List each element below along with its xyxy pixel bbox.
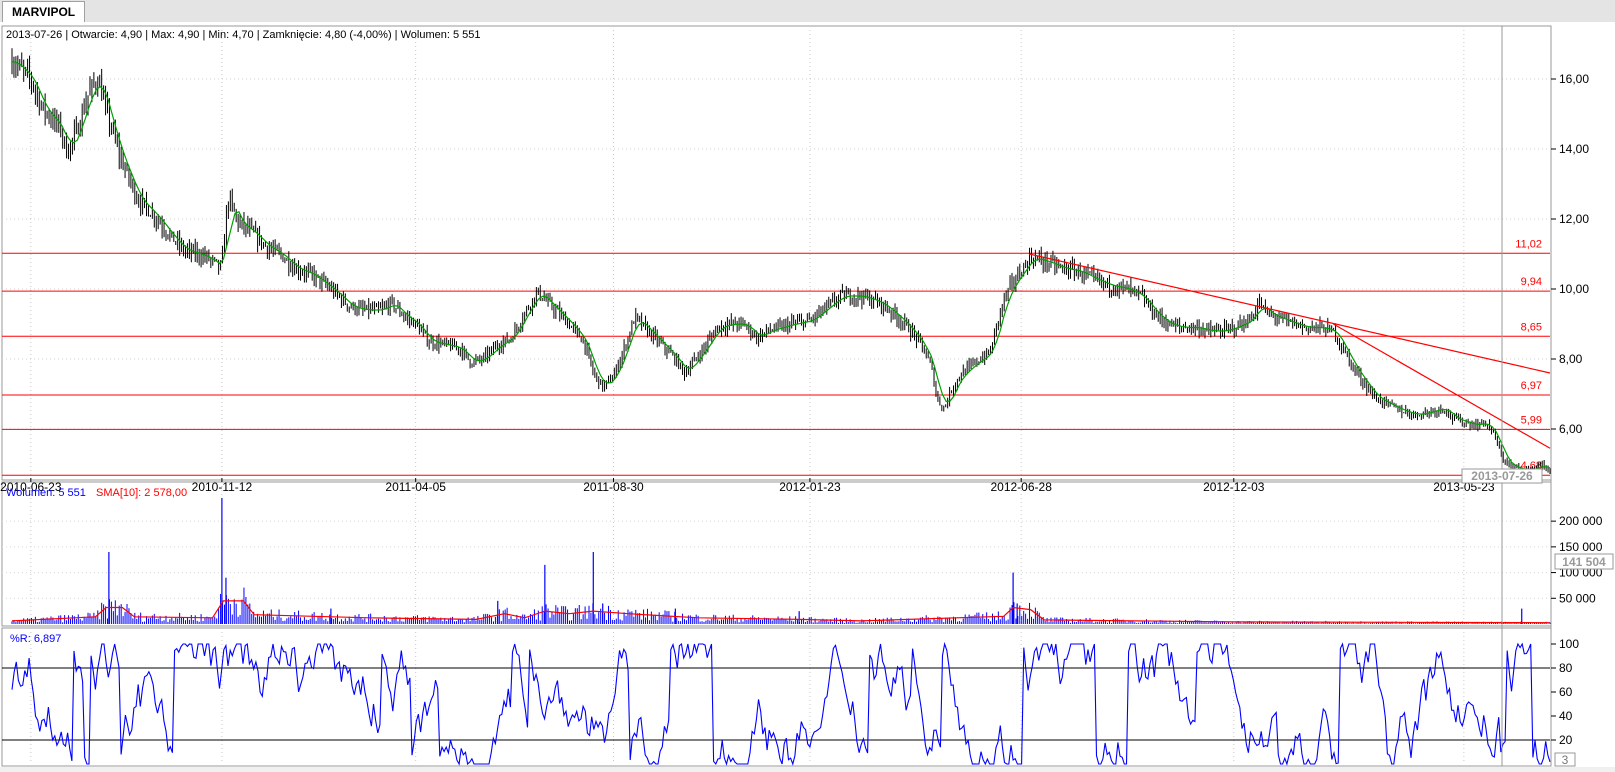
stock-chart[interactable]: 11,029,948,656,975,994,68 6,008,0010,001… [0, 22, 1615, 767]
y-tick-label: 14,00 [1559, 142, 1589, 156]
y-tick-label: 16,00 [1559, 72, 1589, 86]
current-date-label: 2013-07-26 [1471, 469, 1533, 483]
x-tick-label: 2011-08-30 [583, 480, 644, 494]
y-tick-label: 50 000 [1559, 591, 1596, 605]
support-label: 11,02 [1515, 238, 1542, 250]
y-tick-label: 10,00 [1559, 282, 1589, 296]
y-tick-label: 6,00 [1559, 422, 1583, 436]
price-info-text: 2013-07-26 | Otwarcie: 4,90 | Max: 4,90 … [6, 29, 480, 41]
volume-cursor-value: 141 504 [1562, 555, 1606, 569]
tab-marvipol[interactable]: MARVIPOL [2, 1, 86, 22]
x-tick-label: 2010-11-12 [192, 480, 253, 494]
y-tick-label: 100 [1559, 637, 1579, 651]
support-label: 9,94 [1521, 276, 1542, 288]
support-label: 8,65 [1521, 321, 1542, 333]
tab-bar: MARVIPOL [0, 0, 1615, 23]
x-tick-label: 2012-01-23 [779, 480, 841, 494]
wr-label: %R: 6,897 [10, 633, 61, 645]
y-tick-label: 12,00 [1559, 212, 1589, 226]
y-axis-ticks: 6,008,0010,0012,0014,0016,0050 000100 00… [1551, 72, 1603, 747]
y-tick-label: 20 [1559, 733, 1573, 747]
support-label: 5,99 [1521, 414, 1542, 426]
wr-cursor-value: 3 [1562, 753, 1569, 767]
y-tick-label: 8,00 [1559, 352, 1583, 366]
x-tick-label: 2011-04-05 [385, 480, 446, 494]
y-tick-label: 60 [1559, 685, 1573, 699]
x-tick-label: 2012-12-03 [1203, 480, 1265, 494]
y-tick-label: 40 [1559, 709, 1573, 723]
chart-area[interactable]: 11,02 9,94 8,65 6,97 5,99 4,68 6,00 8,00 10,00 1… [0, 22, 1615, 767]
volume-label: Wolumen: 5 551 [6, 487, 86, 499]
x-tick-label: 2012-06-28 [990, 480, 1052, 494]
y-tick-label: 80 [1559, 661, 1573, 675]
volume-sma-label: SMA[10]: 2 578,00 [96, 487, 187, 499]
y-tick-label: 150 000 [1559, 540, 1603, 554]
support-label: 6,97 [1521, 380, 1542, 392]
y-tick-label: 200 000 [1559, 514, 1603, 528]
